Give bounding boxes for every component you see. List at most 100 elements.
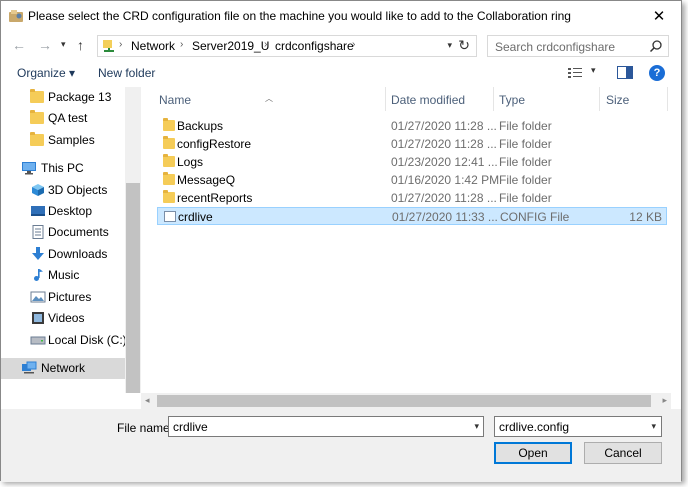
column-header-type[interactable]: Type <box>499 93 525 107</box>
file-type: File folder <box>499 173 552 187</box>
table-row[interactable]: Backups 01/27/2020 11:28 ... File folder <box>157 117 667 135</box>
sidebar-item-label: Network <box>41 361 86 375</box>
sidebar-item-documents[interactable]: Documents <box>1 222 125 243</box>
sidebar-item-3d-objects[interactable]: 3D Objects <box>1 180 125 201</box>
organize-button[interactable]: Organize ▾ <box>17 66 75 80</box>
sidebar-item-label: Downloads <box>48 247 108 261</box>
column-header-size[interactable]: Size <box>606 93 629 107</box>
view-options-icon[interactable] <box>567 66 583 80</box>
file-type-value: crdlive.config <box>499 420 570 434</box>
search-icon <box>649 40 662 53</box>
disk-icon <box>30 336 46 345</box>
sidebar-item-downloads[interactable]: Downloads <box>1 244 125 265</box>
sidebar-item-label: Documents <box>48 225 109 239</box>
chevron-down-icon[interactable]: ▾ <box>474 421 479 432</box>
breadcrumb-share[interactable]: crdconfigshare <box>275 39 354 53</box>
sidebar-item-videos[interactable]: Videos <box>1 308 125 329</box>
computer-icon <box>22 162 36 175</box>
folder-icon <box>163 118 175 131</box>
table-row[interactable]: Logs 01/23/2020 12:41 ... File folder <box>157 153 667 171</box>
scroll-right-icon[interactable]: ▸ <box>662 395 667 406</box>
file-name-field[interactable]: crdlive ▾ <box>168 416 484 437</box>
search-box[interactable]: Search crdconfigshare <box>487 35 669 57</box>
forward-arrow-icon[interactable]: → <box>38 37 52 53</box>
sidebar-item-desktop[interactable]: Desktop <box>1 201 125 222</box>
command-bar: Organize ▾ New folder ▾ ? <box>1 61 681 85</box>
file-date: 01/27/2020 11:33 ... <box>392 210 498 224</box>
file-name-value: crdlive <box>173 420 208 434</box>
file-size: 12 KB <box>629 210 662 224</box>
horizontal-scrollbar-thumb[interactable] <box>157 395 651 407</box>
folder-icon <box>30 89 44 103</box>
close-icon[interactable]: ✕ <box>637 1 681 31</box>
document-icon <box>32 225 44 239</box>
chevron-down-icon[interactable]: ▾ <box>651 421 656 432</box>
address-dropdown-icon[interactable]: ▾ <box>447 40 452 51</box>
column-divider[interactable] <box>599 87 600 111</box>
sidebar-item-samples[interactable]: Samples <box>1 130 125 151</box>
folder-icon <box>30 132 44 146</box>
folder-icon <box>163 154 175 167</box>
network-icon <box>22 361 37 374</box>
sidebar-item-label: Package 13 <box>48 90 112 104</box>
up-arrow-icon[interactable]: ↑ <box>77 37 84 53</box>
chevron-down-icon[interactable]: ▾ <box>61 39 66 50</box>
navigation-pane: Package 13 QA test Samples This PC 3D Ob… <box>1 87 141 393</box>
scroll-left-icon[interactable]: ◂ <box>145 395 150 406</box>
breadcrumb-network[interactable]: Network <box>131 39 175 53</box>
new-folder-button[interactable]: New folder <box>98 66 155 80</box>
network-icon <box>103 40 114 52</box>
folder-icon <box>163 172 175 185</box>
folder-icon <box>163 136 175 149</box>
column-header-name[interactable]: Name <box>159 93 191 107</box>
file-name: recentReports <box>177 191 253 205</box>
sidebar-item-label: This PC <box>41 161 84 175</box>
folder-icon <box>30 110 44 124</box>
column-header-row: ︿ Name Date modified Type Size <box>151 87 671 111</box>
preview-pane-icon[interactable] <box>617 66 633 79</box>
file-name: crdlive <box>178 210 213 224</box>
sidebar-item-qa-test[interactable]: QA test <box>1 108 125 129</box>
back-arrow-icon[interactable]: ← <box>12 37 26 53</box>
pictures-icon <box>30 291 46 303</box>
file-date: 01/23/2020 12:41 ... <box>391 155 498 169</box>
file-date: 01/16/2020 1:42 PM <box>391 173 500 187</box>
sidebar-item-this-pc[interactable]: This PC <box>1 158 125 179</box>
table-row[interactable]: MessageQ 01/16/2020 1:42 PM File folder <box>157 171 667 189</box>
breadcrumb-server[interactable]: Server2019_U <box>192 39 269 53</box>
file-date: 01/27/2020 11:28 ... <box>391 137 497 151</box>
address-row: ← → ▾ ↑ › Network › Server2019_U › crdco… <box>1 31 681 61</box>
sidebar-item-label: Local Disk (C:) <box>48 333 127 347</box>
sidebar-scrollbar[interactable] <box>125 87 141 393</box>
column-divider[interactable] <box>667 87 668 111</box>
breadcrumb-separator-icon: › <box>352 39 356 50</box>
column-divider[interactable] <box>385 87 386 111</box>
app-icon <box>9 10 23 22</box>
search-placeholder: Search crdconfigshare <box>495 40 616 54</box>
column-header-date[interactable]: Date modified <box>391 93 465 107</box>
table-row[interactable]: recentReports 01/27/2020 11:28 ... File … <box>157 189 667 207</box>
sidebar-scrollbar-thumb[interactable] <box>126 183 140 393</box>
sidebar-item-local-disk[interactable]: Local Disk (C:) <box>1 330 127 351</box>
file-type: File folder <box>499 191 552 205</box>
cancel-button[interactable]: Cancel <box>584 442 662 464</box>
sidebar-item-package-13[interactable]: Package 13 <box>1 87 125 108</box>
table-row[interactable]: configRestore 01/27/2020 11:28 ... File … <box>157 135 667 153</box>
sidebar-item-pictures[interactable]: Pictures <box>1 287 125 308</box>
video-icon <box>32 312 44 324</box>
folder-icon <box>163 190 175 203</box>
open-button[interactable]: Open <box>494 442 572 464</box>
help-icon[interactable]: ? <box>649 65 665 81</box>
file-type: File folder <box>499 119 552 133</box>
address-bar[interactable]: › Network › Server2019_U › crdconfigshar… <box>97 35 477 57</box>
file-list: ︿ Name Date modified Type Size Backups 0… <box>151 87 671 393</box>
horizontal-scrollbar[interactable]: ◂ ▸ <box>141 393 671 409</box>
file-type-select[interactable]: crdlive.config ▾ <box>494 416 662 437</box>
sidebar-item-network[interactable]: Network <box>1 358 125 379</box>
column-divider[interactable] <box>493 87 494 111</box>
table-row-selected[interactable]: crdlive 01/27/2020 11:33 ... CONFIG File… <box>157 207 667 225</box>
view-dropdown-icon[interactable]: ▾ <box>591 65 596 76</box>
refresh-icon[interactable]: ↻ <box>458 37 470 54</box>
file-name: configRestore <box>177 137 252 151</box>
sidebar-item-music[interactable]: Music <box>1 265 125 286</box>
